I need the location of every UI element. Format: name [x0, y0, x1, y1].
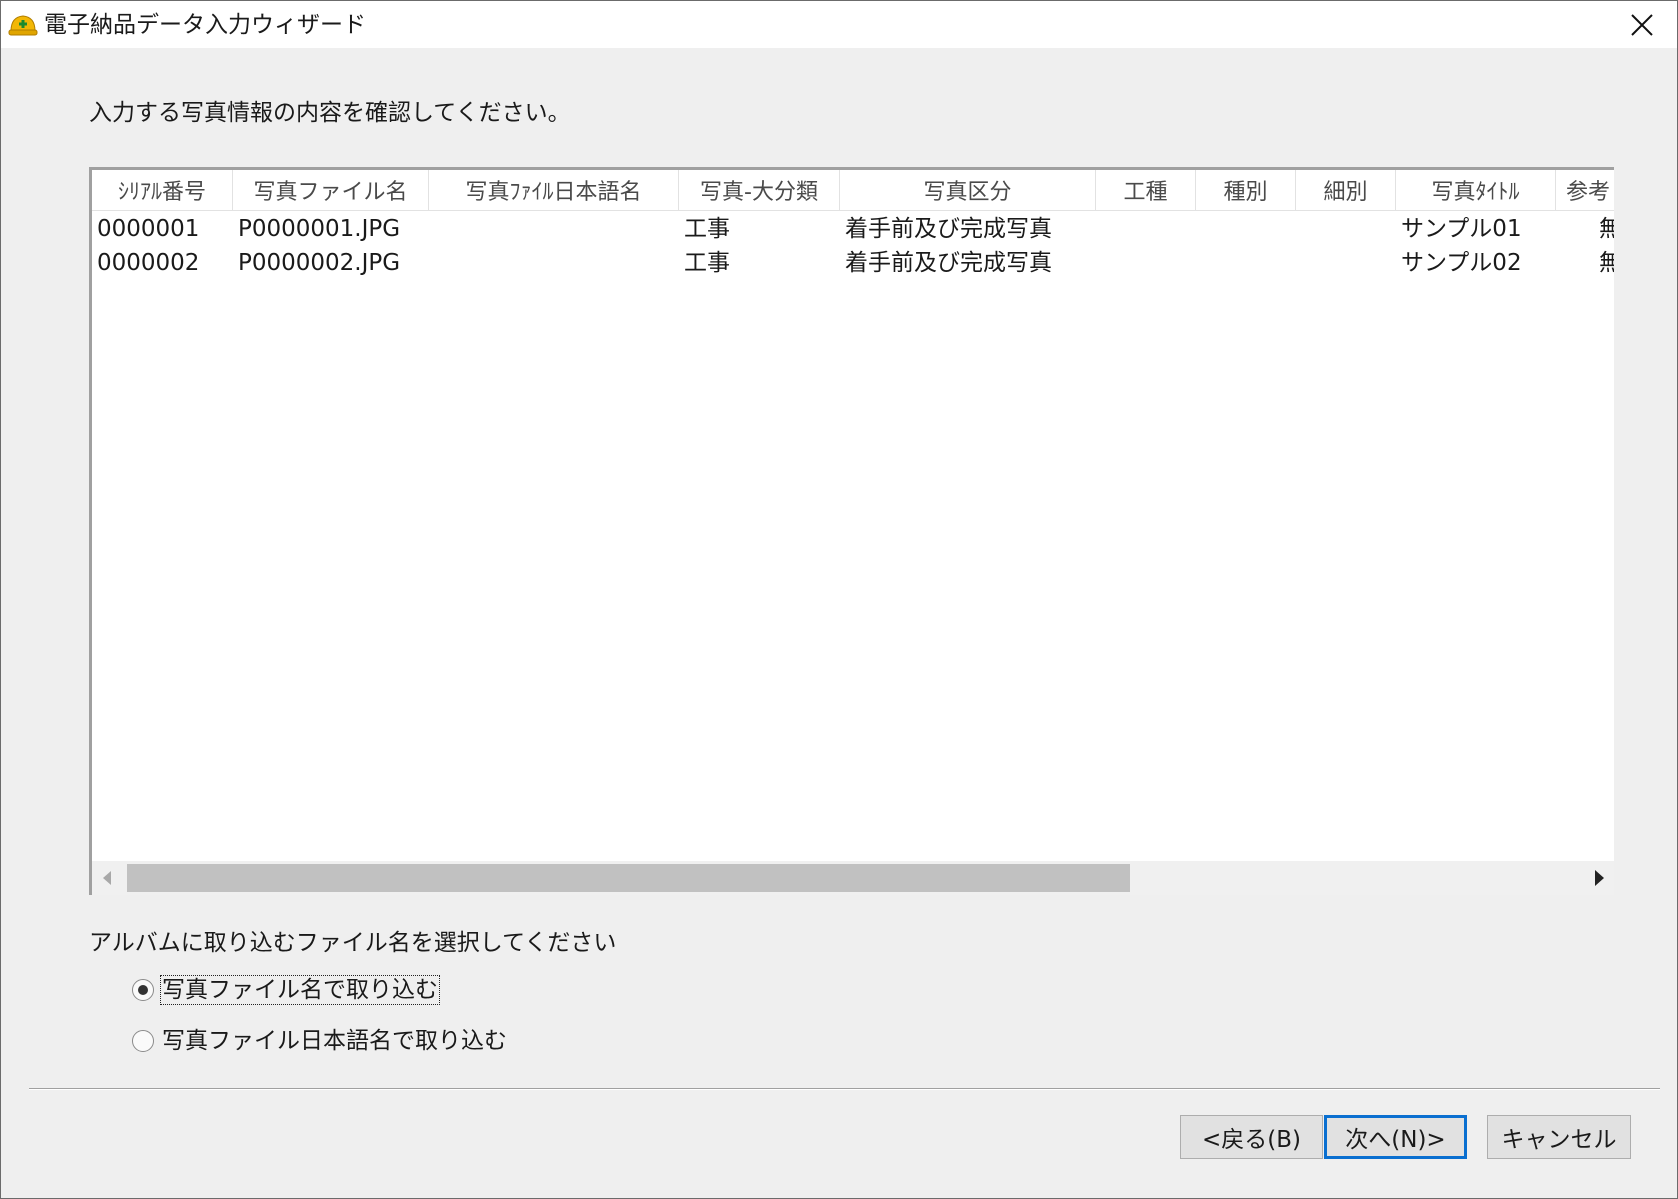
cell-work-type [1096, 212, 1196, 246]
scrollbar-thumb[interactable] [127, 864, 1130, 892]
column-header-category[interactable]: 写真-大分類 [679, 170, 840, 210]
radio-option-photo-file-name[interactable]: 写真ファイル名で取り込む [132, 975, 440, 1005]
radio-button-checked[interactable] [132, 979, 154, 1001]
radio-option-japanese-file-name[interactable]: 写真ファイル日本語名で取り込む [132, 1027, 508, 1055]
cell-reference: 無 [1556, 246, 1614, 280]
footer-separator [29, 1088, 1660, 1090]
column-header-work-type[interactable]: 工種 [1096, 170, 1196, 210]
cell-category: 工事 [684, 250, 730, 276]
cell-reference: 無 [1556, 212, 1614, 246]
cell-serial: 0000001 [97, 216, 200, 242]
cancel-button[interactable]: キャンセル [1487, 1115, 1631, 1159]
scroll-left-icon [103, 871, 111, 885]
cell-file-name: P0000002.JPG [238, 250, 401, 276]
radio-label[interactable]: 写真ファイル名で取り込む [160, 975, 440, 1005]
list-header: ｼﾘｱﾙ番号 写真ファイル名 写真ﾌｧｲﾙ日本語名 写真-大分類 写真区分 工種… [92, 170, 1614, 211]
back-button[interactable]: <戻る(B) [1180, 1115, 1323, 1159]
column-header-detail[interactable]: 細別 [1296, 170, 1396, 210]
close-icon [1631, 13, 1653, 36]
photo-info-list[interactable]: ｼﾘｱﾙ番号 写真ファイル名 写真ﾌｧｲﾙ日本語名 写真-大分類 写真区分 工種… [89, 167, 1614, 895]
close-button[interactable] [1607, 1, 1677, 48]
title-bar: 電子納品データ入力ウィザード [1, 1, 1677, 48]
column-header-photo-title[interactable]: 写真ﾀｲﾄﾙ [1396, 170, 1556, 210]
table-row[interactable]: 0000002 P0000002.JPG 工事 着手前及び完成写真 サンプル02… [92, 246, 1614, 280]
cell-japanese-name [429, 246, 679, 280]
cell-serial: 0000002 [97, 250, 200, 276]
wizard-window: 電子納品データ入力ウィザード 入力する写真情報の内容を確認してください。 ｼﾘｱ… [0, 0, 1678, 1199]
cell-kind [1196, 246, 1296, 280]
column-header-serial[interactable]: ｼﾘｱﾙ番号 [92, 170, 233, 210]
scroll-right-icon [1594, 870, 1604, 886]
radio-button[interactable] [132, 1030, 154, 1052]
cell-detail [1296, 212, 1396, 246]
scroll-left-button[interactable] [92, 861, 122, 895]
list-rows: 0000001 P0000001.JPG 工事 着手前及び完成写真 サンプル01… [92, 212, 1614, 280]
file-select-label: アルバムに取り込むファイル名を選択してください [89, 930, 617, 956]
column-header-photo-class[interactable]: 写真区分 [840, 170, 1096, 210]
cell-photo-title: サンプル01 [1401, 216, 1522, 242]
cell-category: 工事 [684, 216, 730, 242]
column-header-kind[interactable]: 種別 [1196, 170, 1296, 210]
cell-detail [1296, 246, 1396, 280]
cell-photo-class: 着手前及び完成写真 [845, 216, 1052, 242]
column-header-file-name[interactable]: 写真ファイル名 [233, 170, 429, 210]
cell-photo-title: サンプル02 [1401, 250, 1522, 276]
cell-photo-class: 着手前及び完成写真 [845, 250, 1052, 276]
window-title: 電子納品データ入力ウィザード [44, 12, 366, 38]
radio-label[interactable]: 写真ファイル日本語名で取り込む [161, 1027, 508, 1055]
cell-kind [1196, 212, 1296, 246]
instruction-text: 入力する写真情報の内容を確認してください。 [89, 100, 571, 126]
hardhat-icon [8, 15, 38, 36]
cell-file-name: P0000001.JPG [238, 216, 401, 242]
cell-japanese-name [429, 212, 679, 246]
horizontal-scrollbar[interactable] [92, 861, 1614, 895]
column-header-japanese-name[interactable]: 写真ﾌｧｲﾙ日本語名 [429, 170, 679, 210]
table-row[interactable]: 0000001 P0000001.JPG 工事 着手前及び完成写真 サンプル01… [92, 212, 1614, 246]
column-header-reference[interactable]: 参考 [1556, 170, 1614, 210]
next-button[interactable]: 次へ(N)> [1324, 1115, 1467, 1159]
cell-work-type [1096, 246, 1196, 280]
scroll-right-button[interactable] [1584, 861, 1614, 895]
